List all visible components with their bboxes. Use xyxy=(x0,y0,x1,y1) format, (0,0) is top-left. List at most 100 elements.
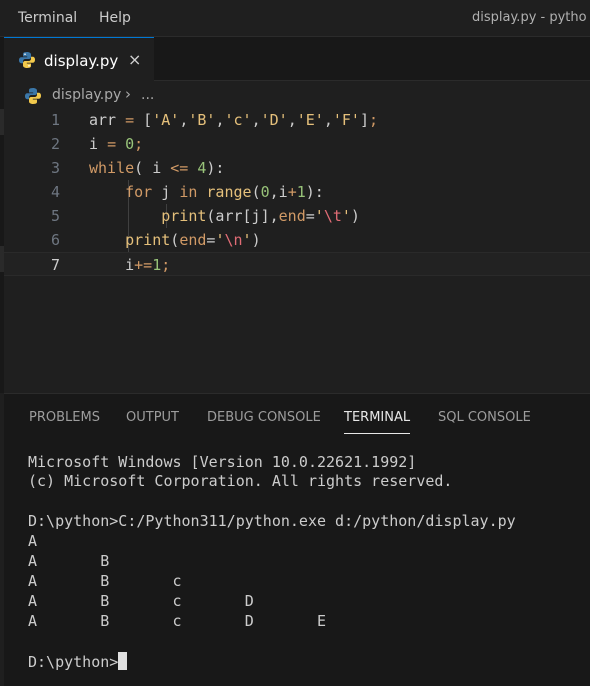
window-title: display.py - pytho xyxy=(472,10,587,25)
terminal-output-line: A B c D xyxy=(28,592,254,610)
code-token: [ xyxy=(134,111,153,129)
breadcrumb-file[interactable]: display.py xyxy=(52,87,121,103)
code-token: ' xyxy=(341,207,351,225)
editor-tab-bar: display.py × xyxy=(4,37,590,81)
python-file-icon xyxy=(24,87,42,109)
menu-bar: Terminal Help display.py - pytho xyxy=(0,0,590,37)
code-token: (arr[j], xyxy=(206,207,279,225)
code-token: print xyxy=(161,207,207,225)
bottom-panel: PROBLEMS OUTPUT DEBUG CONSOLE TERMINAL S… xyxy=(4,393,590,686)
code-token: i xyxy=(89,135,108,153)
code-text: i+=1; xyxy=(89,256,170,274)
code-text: arr = ['A','B','c','D','E','F']; xyxy=(89,111,378,129)
code-line[interactable]: 7 i+=1; xyxy=(4,252,590,276)
code-token: 'D' xyxy=(260,111,288,129)
code-token: ' xyxy=(314,207,324,225)
code-token: = xyxy=(305,207,315,225)
terminal-output-line: A B c D E xyxy=(28,612,327,630)
terminal-prompt-line[interactable]: D:\python> xyxy=(28,652,128,671)
terminal-cursor xyxy=(118,652,128,670)
code-token: j xyxy=(152,183,180,201)
code-token: 1 xyxy=(152,256,162,274)
code-text: print(arr[j],end='\t') xyxy=(89,207,360,225)
menu-terminal[interactable]: Terminal xyxy=(18,10,77,26)
terminal-copyright-line: (c) Microsoft Corporation. All rights re… xyxy=(28,472,453,490)
code-line[interactable]: 5 print(arr[j],end='\t') xyxy=(4,204,590,228)
line-number: 1 xyxy=(50,111,60,129)
code-token: 0 xyxy=(125,135,135,153)
tab-output[interactable]: OUTPUT xyxy=(126,410,179,425)
python-file-icon xyxy=(18,51,36,73)
code-token: \t xyxy=(323,207,342,225)
code-token: 'F' xyxy=(332,111,360,129)
code-token: ; xyxy=(134,135,144,153)
code-token: , xyxy=(287,111,297,129)
code-token: 'E' xyxy=(296,111,324,129)
code-token: = xyxy=(107,135,117,153)
tab-terminal[interactable]: TERMINAL xyxy=(344,410,411,434)
code-token: , xyxy=(251,111,261,129)
tab-debug-console[interactable]: DEBUG CONSOLE xyxy=(207,410,321,425)
code-token: ,i xyxy=(269,183,288,201)
line-number: 7 xyxy=(50,256,60,274)
code-text: for j in range(0,i+1): xyxy=(89,183,324,201)
code-line[interactable]: 2 i = 0; xyxy=(4,132,590,156)
close-icon[interactable]: × xyxy=(128,50,141,69)
code-text: i = 0; xyxy=(89,135,143,153)
code-token: , xyxy=(179,111,189,129)
code-token: 'c' xyxy=(224,111,252,129)
code-token: += xyxy=(134,256,153,274)
code-token: end xyxy=(179,231,207,249)
code-token: print xyxy=(125,231,171,249)
code-editor[interactable]: 1 arr = ['A','B','c','D','E','F']; 2 i = 0;… xyxy=(4,108,590,393)
code-token: \n xyxy=(224,231,243,249)
tab-problems[interactable]: PROBLEMS xyxy=(29,410,100,425)
terminal-output-line: A xyxy=(28,532,38,550)
terminal-output-line: A B c xyxy=(28,572,182,590)
code-token: = xyxy=(125,111,135,129)
tab-display-py[interactable]: display.py × xyxy=(4,37,154,81)
code-token: ; xyxy=(368,111,378,129)
line-number: 5 xyxy=(50,207,60,225)
line-number: 4 xyxy=(50,183,60,201)
terminal-output-line: A B xyxy=(28,552,110,570)
code-token: 1 xyxy=(296,183,306,201)
code-token: for xyxy=(125,183,153,201)
code-token: range xyxy=(206,183,252,201)
code-token: 0 xyxy=(260,183,270,201)
code-line[interactable]: 6 print(end='\n') xyxy=(4,228,590,252)
code-token: while xyxy=(89,159,135,177)
tab-sql-console[interactable]: SQL CONSOLE xyxy=(438,410,531,425)
code-token: 'B' xyxy=(188,111,216,129)
code-token: 'A' xyxy=(152,111,180,129)
terminal-command-line: D:\python>C:/Python311/python.exe d:/pyt… xyxy=(28,512,516,530)
code-token: ): xyxy=(305,183,324,201)
breadcrumb-more[interactable]: ... xyxy=(141,87,154,103)
code-token: ( xyxy=(170,231,180,249)
code-token: ) xyxy=(350,207,360,225)
line-number: 6 xyxy=(50,231,60,249)
code-line[interactable]: 4 for j in range(0,i+1): xyxy=(4,180,590,204)
code-text: print(end='\n') xyxy=(89,231,261,249)
code-token: ' xyxy=(242,231,252,249)
code-text: while( i <= 4): xyxy=(89,159,224,177)
tab-label: display.py xyxy=(44,52,119,70)
code-token: ): xyxy=(206,159,225,177)
code-token: <= xyxy=(170,159,189,177)
code-token: in xyxy=(179,183,198,201)
code-line[interactable]: 3 while( i <= 4): xyxy=(4,156,590,180)
code-token: ) xyxy=(251,231,261,249)
chevron-right-icon: › xyxy=(125,85,131,103)
code-token: + xyxy=(287,183,297,201)
code-token: end xyxy=(278,207,306,225)
code-token: i xyxy=(89,256,135,274)
code-line[interactable]: 1 arr = ['A','B','c','D','E','F']; xyxy=(4,108,590,132)
menu-help[interactable]: Help xyxy=(99,10,131,26)
code-token: ( i xyxy=(134,159,171,177)
code-token: ] xyxy=(359,111,369,129)
terminal-prompt: D:\python> xyxy=(28,653,119,671)
